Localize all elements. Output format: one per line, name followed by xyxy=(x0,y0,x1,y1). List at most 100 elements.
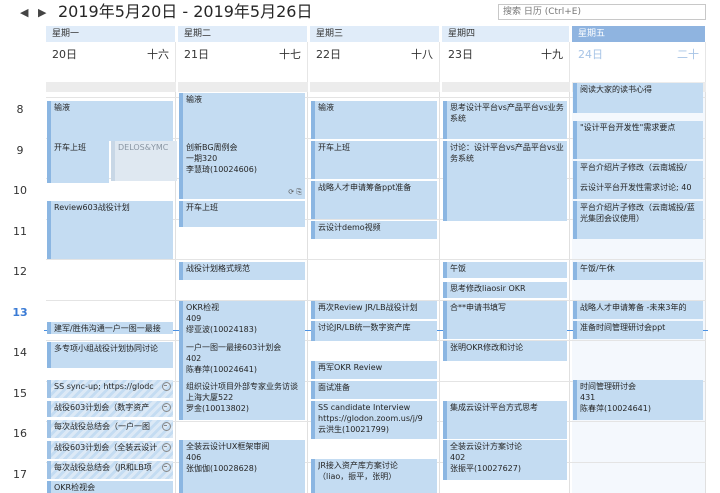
calendar-event[interactable]: OKR检视 409 缪亚波(10024183) xyxy=(179,301,305,341)
all-day-area[interactable] xyxy=(310,82,440,92)
calendar-event[interactable]: 战役计划格式规范 xyxy=(179,262,305,280)
calendar-event[interactable]: 开车上班 xyxy=(311,141,437,179)
calendar-event[interactable]: 张明OKR修改和讨论 xyxy=(443,341,567,361)
all-day-area[interactable] xyxy=(46,82,176,92)
event-title: 战役计划格式规范 xyxy=(186,264,250,273)
all-day-area[interactable] xyxy=(442,82,570,92)
calendar-event[interactable]: 每次战役总结会（JR和LB项 xyxy=(47,461,173,479)
calendar-event[interactable]: 战略人才申请筹备ppt准备 xyxy=(311,181,437,219)
calendar-event[interactable]: 组织设计项目外部专家业务访谈 上海大厦522 罗金(10013802) xyxy=(179,380,305,420)
event-title: DELOS&YMC xyxy=(118,143,169,152)
recurring-icon xyxy=(162,463,171,472)
calendar-event[interactable]: 讨论JR/LB统一数字资产库 xyxy=(311,321,437,341)
event-title: 张明OKR修改和讨论 xyxy=(450,343,524,352)
calendar-event[interactable]: 思考修改liaosir OKR xyxy=(443,282,567,298)
calendar-event[interactable]: 面试准备 xyxy=(311,381,437,399)
event-detail: 张伽伽(10028628) xyxy=(186,464,257,473)
all-day-area[interactable] xyxy=(178,82,308,92)
calendar-event[interactable]: 准备时间管理研讨会ppt xyxy=(573,321,703,339)
date-cell[interactable]: 23日 十九 xyxy=(442,42,570,82)
hour-label: 17 xyxy=(13,467,27,481)
calendar-event[interactable]: 一户一图一最接603计划会 402 陈春萍(10024641) xyxy=(179,341,305,381)
next-week-icon[interactable]: ▶ xyxy=(38,2,46,24)
calendar-event[interactable]: 阅读大家的读书心得 xyxy=(573,83,703,113)
calendar-event[interactable]: DELOS&YMC xyxy=(111,141,177,181)
day-of-week-header[interactable]: 星期五 xyxy=(572,26,706,42)
calendar-event[interactable]: 云设计demo视频 xyxy=(311,221,437,239)
event-detail: https://glodon.zoom.us/j/9 xyxy=(318,414,423,423)
event-title: 战略人才申请筹备 -未来3年的 xyxy=(580,303,687,312)
lunar-date: 十九 xyxy=(541,48,563,61)
calendar-event[interactable]: JR接入资产库方案讨论 （liao，振平，张明） xyxy=(311,459,437,493)
calendar-event[interactable]: 战略人才申请筹备 -未来3年的 xyxy=(573,301,703,319)
event-title: 输液 xyxy=(318,103,334,112)
calendar-event[interactable]: "设计平台开发性"需求要点 xyxy=(573,121,703,159)
date-number: 22日 xyxy=(316,48,341,61)
event-title: 全装云设计UX框架审阅 xyxy=(186,442,270,451)
calendar-event[interactable]: 开车上班 xyxy=(179,201,305,227)
event-title: 组织设计项目外部专家业务访谈 xyxy=(186,382,298,391)
calendar-event[interactable]: 输液 xyxy=(179,93,305,141)
date-range-title: 2019年5月20日 - 2019年5月26日 xyxy=(58,2,313,21)
calendar-event[interactable]: 云设计平台开发性需求讨论; 40 xyxy=(573,181,703,199)
recurring-icon xyxy=(162,422,171,431)
recurring-icon xyxy=(162,382,171,391)
hour-label: 14 xyxy=(13,346,27,359)
calendar-event[interactable]: OKR检视会 xyxy=(47,481,173,493)
event-title: 平台介绍片子修改（云南城投/ xyxy=(580,163,687,172)
calendar-event[interactable]: SS candidate Interview https://glodon.zoo… xyxy=(311,401,437,439)
calendar-event[interactable]: 平台介绍片子修改（云南城投/蓝光集团会议使用） xyxy=(573,201,703,239)
calendar-event[interactable]: 输液 xyxy=(47,101,173,141)
date-cell[interactable]: 24日 二十 xyxy=(572,42,706,82)
event-title: 准备时间管理研讨会ppt xyxy=(580,323,666,332)
hour-gridline xyxy=(46,259,706,260)
calendar-event[interactable]: 战役603计划会（全装云设计 xyxy=(47,441,173,459)
event-title: 阅读大家的读书心得 xyxy=(580,85,652,94)
calendar-event[interactable]: SS sync-up; https://glodc xyxy=(47,380,173,398)
calendar-event[interactable]: 集成云设计平台方式思考 xyxy=(443,401,567,439)
lunar-date: 二十 xyxy=(677,48,699,61)
event-title: 输液 xyxy=(54,103,70,112)
calendar-event[interactable]: 创新BG周例会 一期320 李慧琦(10024606) ⟳ ⎘ xyxy=(179,141,305,199)
calendar-event[interactable]: 时间管理研讨会 431 陈春萍(10024641) xyxy=(573,380,703,420)
calendar-event[interactable]: 午饭 xyxy=(443,262,567,278)
calendar-event[interactable]: 午饭/午休 xyxy=(573,262,703,280)
calendar-event[interactable]: 建军/胜伟沟通一户一图一最接 xyxy=(47,322,173,334)
previous-week-icon[interactable]: ◀ xyxy=(20,2,28,24)
event-detail: 402 xyxy=(450,453,466,462)
search-calendar-input[interactable]: 搜索 日历 (Ctrl+E) xyxy=(498,4,706,20)
date-number: 20日 xyxy=(52,48,77,61)
calendar-event[interactable]: 多专项小组战役计划协同讨论 xyxy=(47,342,173,368)
calendar-event[interactable]: 思考设计平台vs产品平台vs业务系统 xyxy=(443,101,567,139)
calendar-event[interactable]: 再次Review JR/LB战役计划 xyxy=(311,301,437,319)
calendar-event[interactable]: 全装云设计方案讨论 402 张振平(10027627) xyxy=(443,440,567,480)
date-cell[interactable]: 22日 十八 xyxy=(310,42,440,82)
lunar-date: 十八 xyxy=(411,48,433,61)
day-of-week-header[interactable]: 星期三 xyxy=(310,26,440,42)
event-title: Review603战役计划 xyxy=(54,203,130,212)
calendar-event[interactable]: Review603战役计划 xyxy=(47,201,173,259)
calendar-event[interactable]: 平台介绍片子修改（云南城投/ xyxy=(573,161,703,181)
date-cell[interactable]: 21日 十七 xyxy=(178,42,308,82)
event-title: 合**申请书填写 xyxy=(450,303,506,312)
calendar-event[interactable]: 讨论：设计平台vs产品平台vs业务系统 xyxy=(443,141,567,221)
calendar-event[interactable]: 合**申请书填写 xyxy=(443,301,567,339)
day-of-week-header[interactable]: 星期二 xyxy=(178,26,308,42)
hour-label: 11 xyxy=(13,224,27,238)
calendar-event[interactable]: 每次战役总结会（一户一图 xyxy=(47,420,173,438)
date-cell[interactable]: 20日 十六 xyxy=(46,42,176,82)
event-title: 多专项小组战役计划协同讨论 xyxy=(54,344,158,353)
calendar-event[interactable]: 全装云设计UX框架审阅 406 张伽伽(10028628) xyxy=(179,440,305,493)
calendar-event[interactable]: 输液 xyxy=(311,101,437,139)
event-title: 云设计demo视频 xyxy=(318,223,381,232)
calendar-event[interactable]: 战役603计划会（数字资产 xyxy=(47,401,173,417)
calendar-event[interactable]: 再军OKR Review xyxy=(311,361,437,379)
event-title: 午饭 xyxy=(450,264,466,273)
event-title: 输液 xyxy=(186,95,202,104)
event-title: 建军/胜伟沟通一户一图一最接 xyxy=(54,324,161,333)
event-detail: 409 xyxy=(186,314,202,323)
day-of-week-header[interactable]: 星期一 xyxy=(46,26,176,42)
hour-label: 16 xyxy=(13,427,27,440)
calendar-event[interactable]: 开车上班 xyxy=(47,141,109,183)
day-of-week-header[interactable]: 星期四 xyxy=(442,26,570,42)
